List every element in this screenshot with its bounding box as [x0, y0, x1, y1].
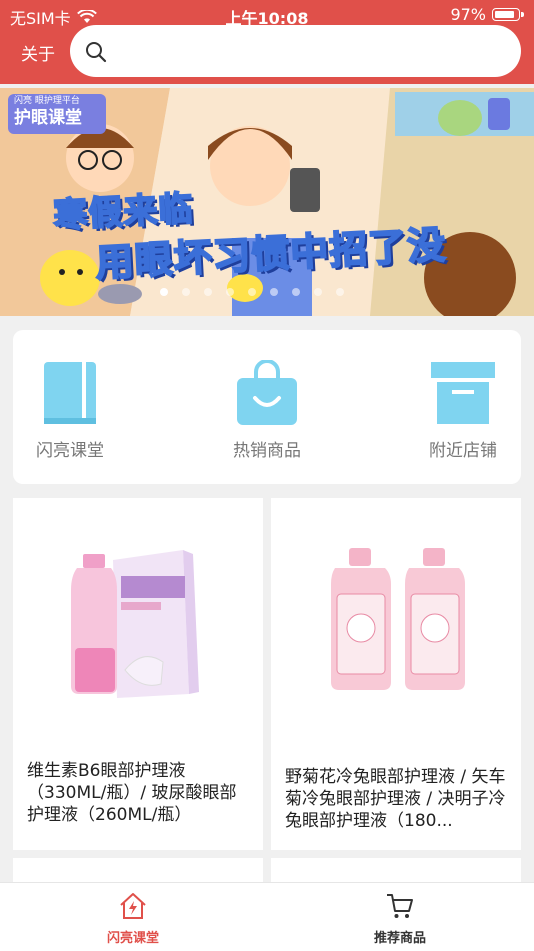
product-title: 野菊花冷兔眼部护理液 / 矢车菊冷兔眼部护理液 / 决明子冷兔眼部护理液（180…	[285, 767, 506, 831]
carousel-dot[interactable]	[182, 288, 190, 296]
product-card[interactable]: 维生素B6眼部护理液（330ML/瓶）/ 玻尿酸眼部护理液（260ML/瓶）	[13, 498, 263, 850]
carousel-dot[interactable]	[204, 288, 212, 296]
carousel-dot[interactable]	[292, 288, 300, 296]
carousel-dot[interactable]	[248, 288, 256, 296]
header: 无SIM卡 上午10:08 97% 关于	[0, 0, 534, 84]
book-icon	[44, 362, 96, 424]
search-bar[interactable]	[70, 25, 521, 77]
battery-percent: 97%	[450, 5, 486, 24]
carousel-dot[interactable]	[270, 288, 278, 296]
menu-item-label: 附近店铺	[429, 441, 497, 461]
tab-label: 闪亮课堂	[106, 931, 159, 946]
tab-bar: 闪亮课堂 推荐商品	[0, 882, 534, 951]
carousel-dot[interactable]	[160, 288, 168, 296]
banner-logo-big: 护眼课堂	[14, 107, 82, 128]
tab-label: 推荐商品	[373, 931, 426, 946]
banner-logo: 闪亮 眼护理平台 护眼课堂	[8, 94, 106, 134]
quick-menu-card: 闪亮课堂 热销商品 附近店铺	[13, 330, 521, 484]
carousel-dot[interactable]	[314, 288, 322, 296]
archive-box-icon	[431, 362, 495, 424]
product-card-partial[interactable]	[13, 858, 263, 882]
menu-item-nearby-stores[interactable]: 附近店铺	[403, 360, 523, 461]
cart-icon	[387, 894, 413, 918]
banner-logo-small: 闪亮 眼护理平台	[14, 96, 80, 106]
home-lightning-icon	[120, 893, 146, 919]
status-right: 97%	[450, 5, 524, 24]
shopping-bag-icon	[237, 360, 297, 425]
tab-course[interactable]: 闪亮课堂	[73, 891, 193, 946]
about-button[interactable]: 关于	[21, 40, 55, 65]
battery-icon	[492, 8, 524, 21]
product-image	[13, 498, 263, 748]
menu-item-label: 热销商品	[233, 441, 301, 461]
menu-item-hot-products[interactable]: 热销商品	[207, 360, 327, 461]
carousel-dot[interactable]	[336, 288, 344, 296]
menu-item-label: 闪亮课堂	[36, 441, 104, 461]
product-title: 维生素B6眼部护理液（330ML/瓶）/ 玻尿酸眼部护理液（260ML/瓶）	[27, 761, 237, 825]
promo-banner[interactable]: 闪亮 眼护理平台 护眼课堂 寒假来临 用眼坏习惯中招了没	[0, 88, 534, 316]
carousel-dot[interactable]	[226, 288, 234, 296]
carousel-dots	[160, 288, 344, 296]
search-icon	[86, 42, 107, 63]
product-card[interactable]: 野菊花冷兔眼部护理液 / 矢车菊冷兔眼部护理液 / 决明子冷兔眼部护理液（180…	[271, 498, 521, 850]
product-card-partial[interactable]	[271, 858, 521, 882]
tab-recommended[interactable]: 推荐商品	[340, 891, 460, 946]
menu-item-course[interactable]: 闪亮课堂	[10, 360, 130, 461]
product-image	[271, 498, 521, 748]
